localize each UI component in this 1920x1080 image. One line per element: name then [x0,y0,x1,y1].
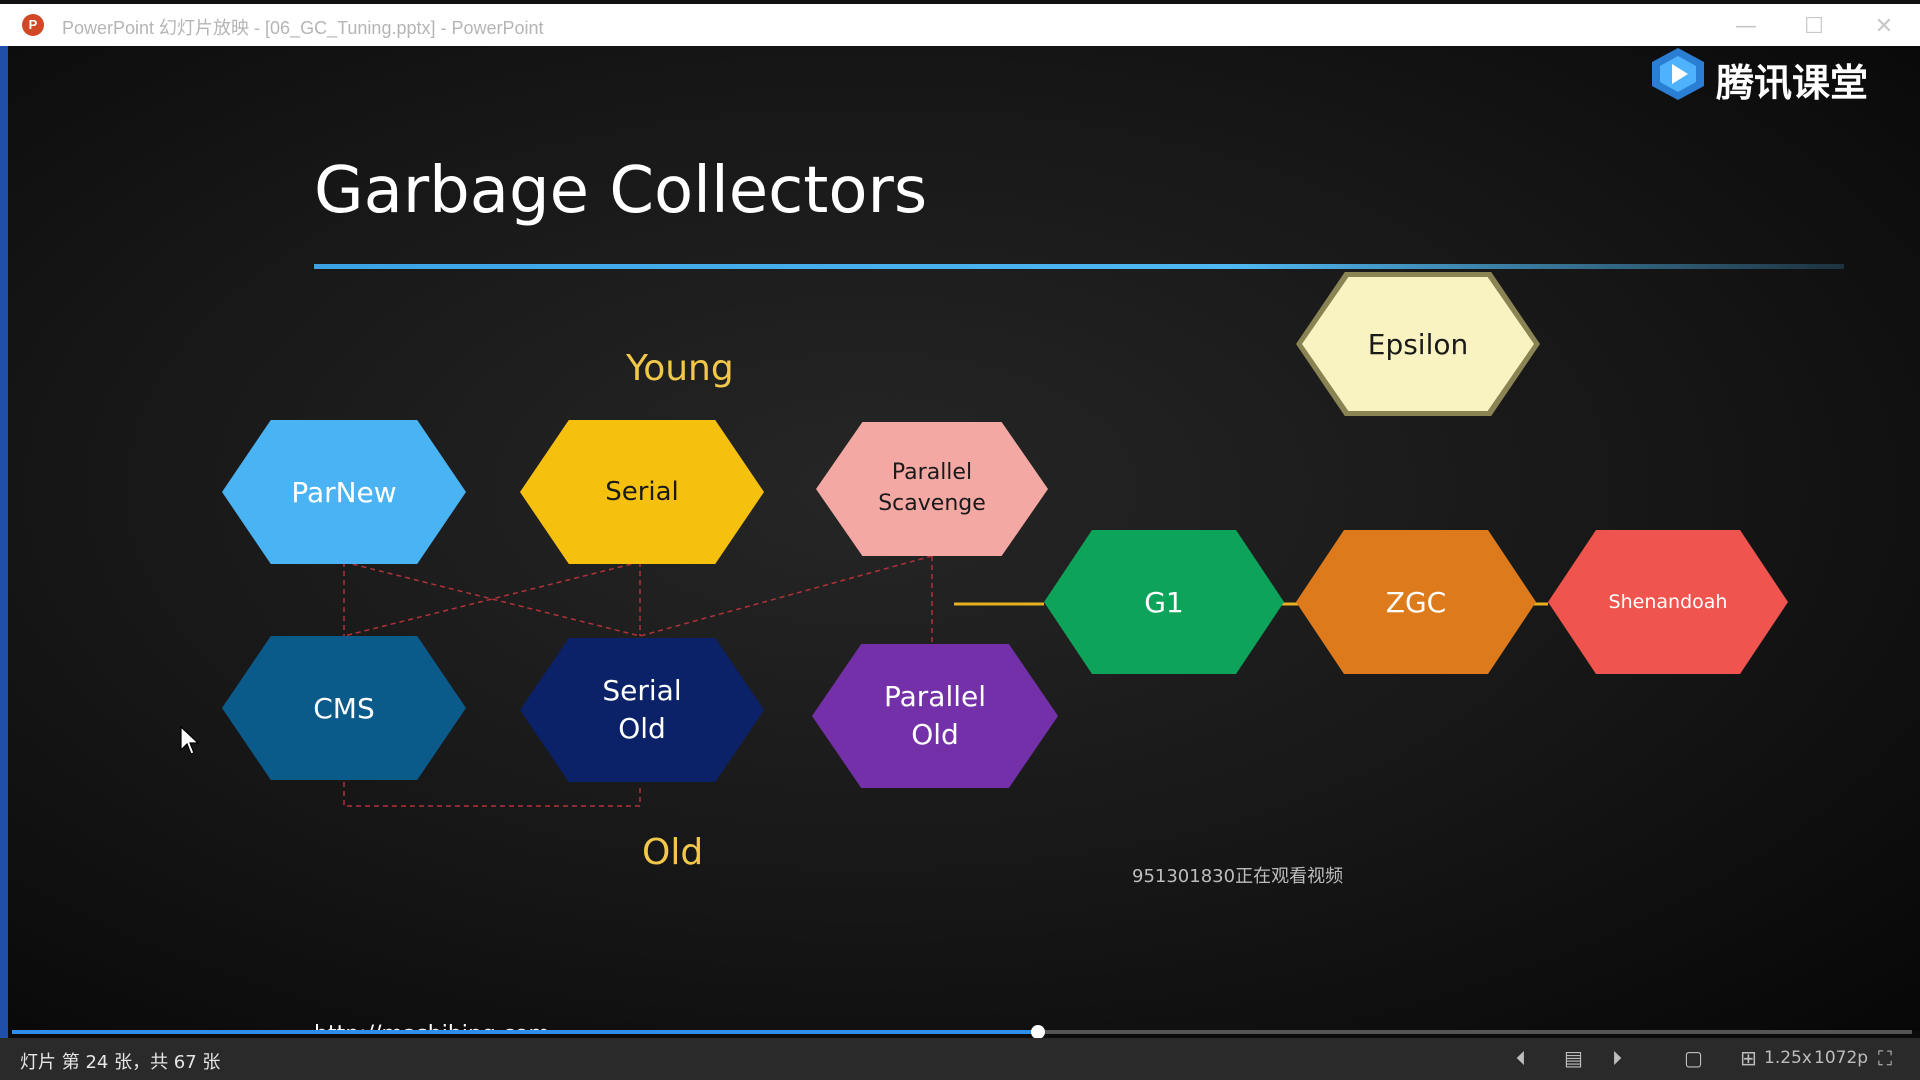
old-label: Old [642,832,704,873]
hex-epsilon: Epsilon [1302,277,1534,411]
hex-serial: Serial [520,420,764,564]
grid-view-icon[interactable]: ⊞ [1740,1046,1757,1070]
hex-zgc: ZGC [1296,530,1536,674]
young-label: Young [626,348,734,389]
hex-serial-old: Serial Old [520,638,764,782]
playback-speed[interactable]: 1.25x [1764,1048,1812,1068]
notes-icon[interactable]: ▤ [1564,1046,1583,1070]
maximize-button[interactable]: ☐ [1792,10,1836,44]
hex-parallel-old: Parallel Old [812,644,1058,788]
video-quality[interactable]: 1072p [1814,1048,1868,1068]
hex-cms: CMS [222,636,466,780]
reading-view-icon[interactable]: ▢ [1684,1046,1703,1070]
window-title: PowerPoint 幻灯片放映 - [06_GC_Tuning.pptx] -… [62,18,544,38]
hex-parnew: ParNew [222,420,466,564]
progress-knob[interactable] [1031,1025,1045,1039]
next-icon[interactable]: ⏵ [1612,1046,1622,1070]
viewer-watermark: 951301830正在观看视频 [1132,866,1344,887]
previous-icon[interactable]: ⏴ [1516,1046,1526,1070]
window-left-border [0,0,8,1080]
hex-shenandoah: Shenandoah [1548,530,1788,674]
slide-stage[interactable]: 腾讯课堂 Garbage Collectors Young Old ParNew… [8,46,1920,1031]
mouse-cursor-icon [180,726,200,755]
link-cms-serialold [343,782,641,807]
hex-parallel-scavenge: Parallel Scavenge [816,422,1048,556]
powerpoint-icon: P [22,14,44,36]
fullscreen-icon[interactable]: ⛶ [1878,1046,1892,1070]
progress-fill [12,1030,1038,1034]
slide-counter: 灯片 第 24 张，共 67 张 [20,1052,221,1073]
minimize-button[interactable]: — [1724,10,1768,44]
status-bar: 灯片 第 24 张，共 67 张 ⏴ ▤ ⏵ ▢ ⊞ 1.25x 1072p ⛶ [0,1038,1920,1080]
close-button[interactable]: ✕ [1862,10,1906,44]
title-bar: P PowerPoint 幻灯片放映 - [06_GC_Tuning.pptx]… [0,0,1920,46]
link-ps-serialold [639,555,933,637]
playback-progress-bar[interactable] [12,1025,1912,1039]
hex-g1: G1 [1044,530,1284,674]
